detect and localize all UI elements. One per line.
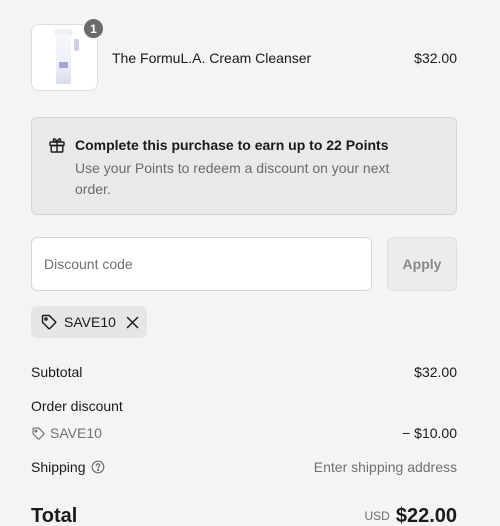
total-value-group: USD $22.00: [364, 505, 457, 526]
discount-code-input[interactable]: [31, 237, 372, 291]
subtotal-row: Subtotal $32.00: [31, 364, 457, 380]
discount-detail-row: SAVE10 − $10.00: [31, 425, 457, 441]
discount-code-label: SAVE10: [50, 425, 102, 441]
applied-discount-chip: SAVE10: [31, 306, 147, 338]
quantity-badge: 1: [82, 17, 105, 40]
points-description: Use your Points to redeem a discount on …: [75, 160, 390, 197]
shipping-row: Shipping Enter shipping address: [31, 459, 457, 475]
line-item: 1 The FormuL.A. Cream Cleanser $32.00: [31, 17, 457, 91]
points-title: Complete this purchase to earn up to 22 …: [75, 137, 389, 153]
subtotal-label: Subtotal: [31, 364, 83, 380]
close-icon[interactable]: [126, 315, 140, 329]
currency-code: USD: [364, 509, 390, 523]
points-banner: Complete this purchase to earn up to 22 …: [31, 117, 457, 215]
order-discount-row: Order discount: [31, 398, 457, 414]
apply-button[interactable]: Apply: [387, 237, 457, 291]
product-name: The FormuL.A. Cream Cleanser: [112, 50, 312, 66]
total-label: Total: [31, 505, 78, 526]
order-discount-label: Order discount: [31, 398, 123, 414]
help-icon[interactable]: [91, 460, 105, 474]
product-price: $32.00: [414, 50, 457, 66]
applied-discount-code: SAVE10: [64, 314, 116, 330]
shipping-label: Shipping: [31, 459, 86, 475]
discount-value: − $10.00: [402, 425, 457, 441]
order-summary: 1 The FormuL.A. Cream Cleanser $32.00 Co…: [0, 0, 500, 526]
shipping-value: Enter shipping address: [313, 459, 457, 475]
tag-icon: [41, 314, 57, 330]
tag-icon: [32, 427, 45, 440]
gift-icon: [49, 138, 65, 153]
total-amount: $22.00: [395, 505, 457, 526]
subtotal-value: $32.00: [414, 364, 457, 380]
